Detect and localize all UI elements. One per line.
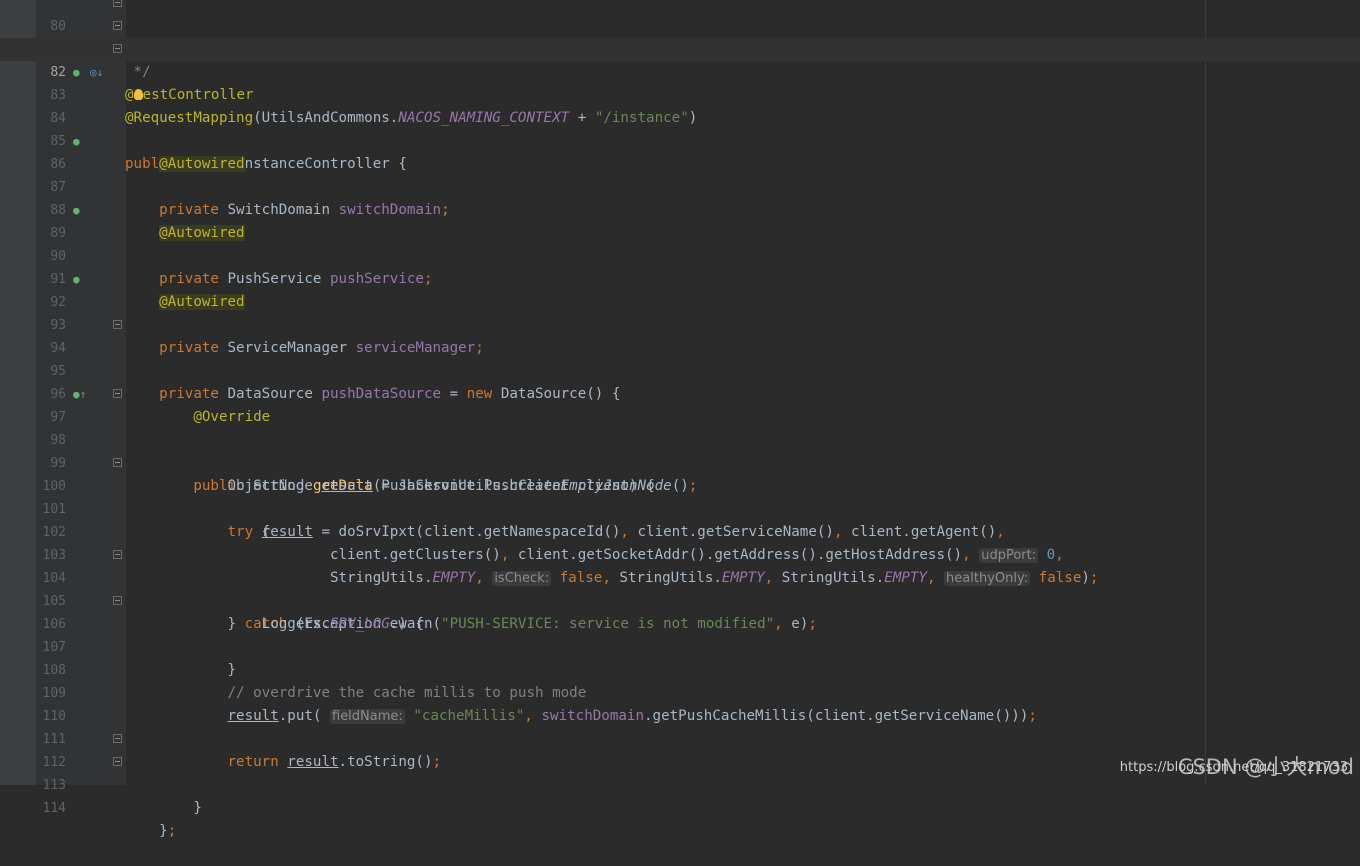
code-editor[interactable]: 80 */ 81 @estController 82 @RequestMappi… xyxy=(0,0,1360,839)
code-line[interactable]: 107 xyxy=(0,613,1360,655)
code-line-current[interactable]: 82 @RequestMapping(UtilsAndCommons.NACOS… xyxy=(0,38,1360,126)
code-line[interactable]: 95 xyxy=(0,337,1360,379)
code-text: }; xyxy=(125,823,177,839)
code-line[interactable]: 86 ● private SwitchDomain switchDomain; xyxy=(0,130,1360,218)
code-line[interactable]: 97 ●↑ public String getData(PushService.… xyxy=(0,383,1360,494)
code-line[interactable]: 87 xyxy=(0,153,1360,195)
fold-end-icon[interactable] xyxy=(113,596,122,605)
code-line[interactable]: 114 xyxy=(0,774,1360,816)
override-marker-icon[interactable]: ●↑ xyxy=(73,383,86,406)
autowired-bean-icon[interactable]: ● xyxy=(73,268,80,291)
fold-toggle-icon[interactable] xyxy=(113,550,122,559)
code-line[interactable]: 89 ● private PushService pushService; xyxy=(0,199,1360,287)
fold-toggle-icon[interactable] xyxy=(113,458,122,467)
code-text: } xyxy=(125,800,202,816)
code-line[interactable]: 106 } xyxy=(0,590,1360,678)
code-line[interactable]: 104 } catch (Exception e) { xyxy=(0,544,1360,632)
code-line[interactable]: 92 ● private ServiceManager serviceManag… xyxy=(0,268,1360,356)
fold-toggle-icon[interactable] xyxy=(113,44,122,53)
code-line[interactable]: 103 StringUtils.EMPTY, isCheck: false, S… xyxy=(0,521,1360,586)
implemented-marker-icon[interactable]: ◎↓ xyxy=(90,61,103,84)
code-line[interactable]: 83 ● ◎↓ public class InstanceController … xyxy=(0,61,1360,172)
fold-end-icon[interactable] xyxy=(113,734,122,743)
code-line[interactable]: 98 xyxy=(0,406,1360,448)
watermark: CSDN @小大mod xyxy=(1177,755,1354,779)
code-line[interactable]: 100 try { xyxy=(0,452,1360,540)
code-line[interactable]: 111 return result.toString(); xyxy=(0,705,1360,770)
code-line[interactable]: 102 client.getClusters(), client.getSock… xyxy=(0,498,1360,563)
autowired-bean-icon[interactable]: ● xyxy=(73,130,80,153)
code-line[interactable]: 85 @Autowired xyxy=(0,107,1360,172)
code-line[interactable]: 90 xyxy=(0,222,1360,264)
code-line[interactable]: 93 xyxy=(0,291,1360,333)
code-line[interactable]: 109 result.put( fieldName: "cacheMillis"… xyxy=(0,659,1360,724)
fold-toggle-icon[interactable] xyxy=(113,21,122,30)
code-line[interactable]: 101 result = doSrvIpxt(client.getNamespa… xyxy=(0,475,1360,540)
fold-end-icon[interactable] xyxy=(113,0,122,7)
code-line[interactable]: 110 xyxy=(0,682,1360,724)
autowired-bean-icon[interactable]: ● xyxy=(73,199,80,222)
code-line[interactable]: 94 private DataSource pushDataSource = n… xyxy=(0,314,1360,402)
code-line[interactable]: 81 @estController xyxy=(0,15,1360,103)
code-line[interactable]: 105 Loggers.SRV_LOG.warn("PUSH-SERVICE: … xyxy=(0,567,1360,632)
code-line[interactable]: 108 // overdrive the cache millis to pus… xyxy=(0,636,1360,701)
code-line[interactable]: 84 xyxy=(0,84,1360,126)
fold-toggle-icon[interactable] xyxy=(113,389,122,398)
code-line[interactable]: 80 */ xyxy=(0,0,1360,80)
fold-end-icon[interactable] xyxy=(113,757,122,766)
fold-toggle-icon[interactable] xyxy=(113,320,122,329)
code-line[interactable]: 88 @Autowired xyxy=(0,176,1360,241)
code-line[interactable]: 91 @Autowired xyxy=(0,245,1360,310)
code-line[interactable]: 112 } xyxy=(0,728,1360,816)
code-line[interactable]: 96 @Override xyxy=(0,360,1360,425)
spring-bean-icon[interactable]: ● xyxy=(73,61,80,84)
code-line[interactable]: 99 ObjectNode result = JacksonUtils.crea… xyxy=(0,429,1360,494)
line-number: 114 xyxy=(42,801,66,816)
